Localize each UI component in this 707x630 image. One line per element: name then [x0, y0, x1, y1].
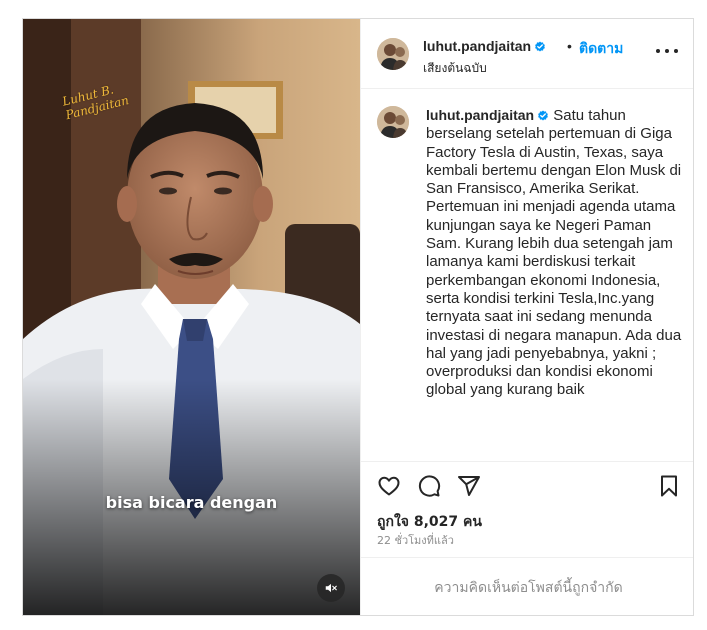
muted-speaker-icon [325, 583, 337, 593]
post-details-panel: luhut.pandjaitan • ติดตาม เสียงต้นฉบับ l… [360, 19, 693, 615]
heart-icon [378, 476, 400, 496]
verified-badge-icon [535, 41, 546, 52]
more-dot [674, 49, 678, 53]
post-timestamp[interactable]: 22 ชั่วโมงที่แล้ว [377, 531, 454, 549]
video-player[interactable]: Luhut B. Pandjaitan bisa bicara dengan [23, 19, 360, 615]
follow-button[interactable]: ติดตาม [579, 38, 623, 60]
post-header: luhut.pandjaitan • ติดตาม เสียงต้นฉบับ [361, 19, 693, 89]
caption-body: Satu tahun berselang setelah pertemuan d… [426, 107, 686, 399]
video-subtitle: bisa bicara dengan [105, 493, 278, 512]
send-icon [458, 476, 480, 496]
action-bar [361, 461, 693, 507]
like-button[interactable] [377, 474, 401, 498]
caption-text: luhut.pandjaitan Satu tahun berselang se… [426, 106, 688, 400]
comment-button[interactable] [417, 474, 441, 498]
caption-section: luhut.pandjaitan Satu tahun berselang se… [361, 90, 693, 460]
comments-limited-notice: ความคิดเห็นต่อโพสต์นี้ถูกจำกัด [361, 557, 693, 615]
share-button[interactable] [457, 474, 481, 498]
save-button[interactable] [657, 474, 681, 498]
post-dialog: Luhut B. Pandjaitan bisa bicara dengan l… [22, 18, 694, 616]
comment-icon [418, 475, 441, 497]
more-options-icon[interactable] [656, 41, 678, 61]
avatar-image [377, 106, 409, 138]
username-text: luhut.pandjaitan [423, 38, 532, 54]
verified-badge-icon [538, 110, 549, 121]
original-audio-link[interactable]: เสียงต้นฉบับ [423, 59, 487, 78]
caption-avatar[interactable] [377, 106, 409, 138]
more-dot [665, 49, 669, 53]
header-separator: • [567, 38, 572, 54]
likes-count[interactable]: ถูกใจ 8,027 คน [377, 511, 482, 533]
caption-username[interactable]: luhut.pandjaitan [426, 107, 534, 123]
avatar[interactable] [377, 38, 409, 70]
username-link[interactable]: luhut.pandjaitan [423, 38, 546, 54]
more-dot [656, 49, 660, 53]
avatar-image [377, 38, 409, 70]
bookmark-icon [661, 475, 677, 497]
mute-toggle-button[interactable] [317, 574, 345, 602]
